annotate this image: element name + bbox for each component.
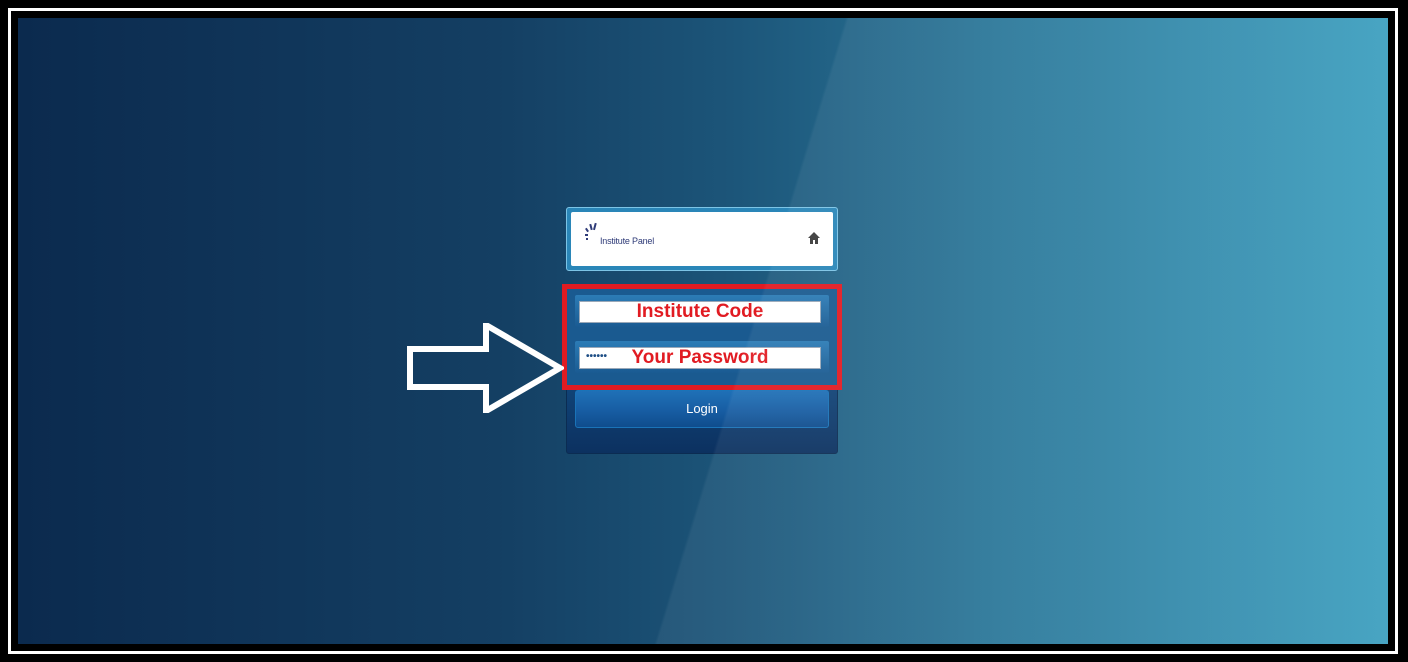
- password-label: Your Password: [631, 347, 769, 368]
- institute-code-slot: Institute Code: [575, 295, 829, 327]
- password-slot: •••••• Your Password: [575, 341, 829, 373]
- password-mask: ••••••: [586, 351, 608, 362]
- highlight-annotation-box: Institute Code •••••• Your Password: [562, 284, 842, 390]
- institute-code-input[interactable]: Institute Code: [579, 301, 821, 323]
- logo-icon: [585, 222, 597, 240]
- logo-text: Institute Panel: [600, 236, 655, 246]
- login-screen: Institute Panel Institute Code •••••• Yo…: [18, 18, 1388, 644]
- panel-header-card: Institute Panel: [571, 212, 833, 266]
- password-input[interactable]: •••••• Your Password: [579, 347, 821, 369]
- institute-code-label: Institute Code: [636, 301, 764, 322]
- arrow-right-outline-icon: [407, 323, 564, 413]
- panel-header: Institute Panel: [566, 207, 838, 271]
- login-button[interactable]: Login: [575, 390, 829, 428]
- home-icon[interactable]: [807, 231, 821, 245]
